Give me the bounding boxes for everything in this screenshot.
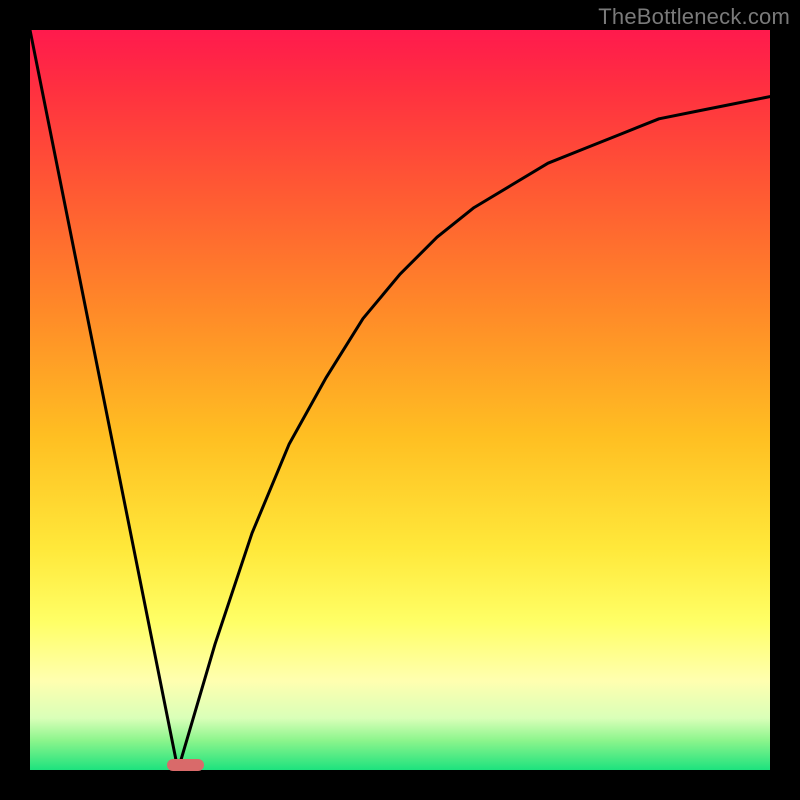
chart-frame: TheBottleneck.com bbox=[0, 0, 800, 800]
watermark-text: TheBottleneck.com bbox=[598, 4, 790, 30]
optimal-range-marker bbox=[167, 759, 204, 771]
bottleneck-curve bbox=[30, 30, 770, 770]
plot-area bbox=[30, 30, 770, 770]
curve-path bbox=[30, 30, 770, 770]
